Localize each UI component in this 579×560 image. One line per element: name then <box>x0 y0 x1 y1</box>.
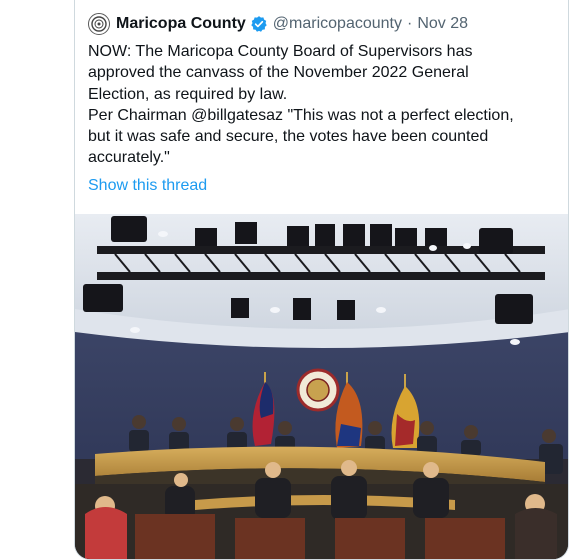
tweet-text-line: NOW: The Maricopa County Board of Superv… <box>88 43 473 60</box>
tweet-text-line: Election, as required by law. <box>88 85 288 103</box>
tweet-text-line: accurately." <box>88 149 170 167</box>
tweet-header: Maricopa County @maricopacounty · Nov 28 <box>88 12 468 36</box>
tweet-photo[interactable] <box>75 214 568 559</box>
board-meeting-photo <box>75 214 568 559</box>
show-thread-link[interactable]: Show this thread <box>88 177 207 195</box>
separator-dot: · <box>406 15 413 32</box>
tweet-text: NOW: The Maricopa County Board of Superv… <box>88 41 558 169</box>
county-seal-icon[interactable] <box>88 13 110 35</box>
verified-badge-icon <box>250 15 268 33</box>
display-name[interactable]: Maricopa County <box>116 15 246 33</box>
tweet-text-line: but it was safe and secure, the votes ha… <box>88 128 489 146</box>
tweet-text-line: approved the canvass of the November 202… <box>88 64 469 82</box>
tweet-text-line: Per Chairman @billgatesaz "This was not … <box>88 106 514 124</box>
user-handle[interactable]: @maricopacounty <box>273 15 402 33</box>
tweet-card[interactable]: Maricopa County @maricopacounty · Nov 28… <box>74 0 569 560</box>
tweet-date[interactable]: Nov 28 <box>417 15 468 33</box>
